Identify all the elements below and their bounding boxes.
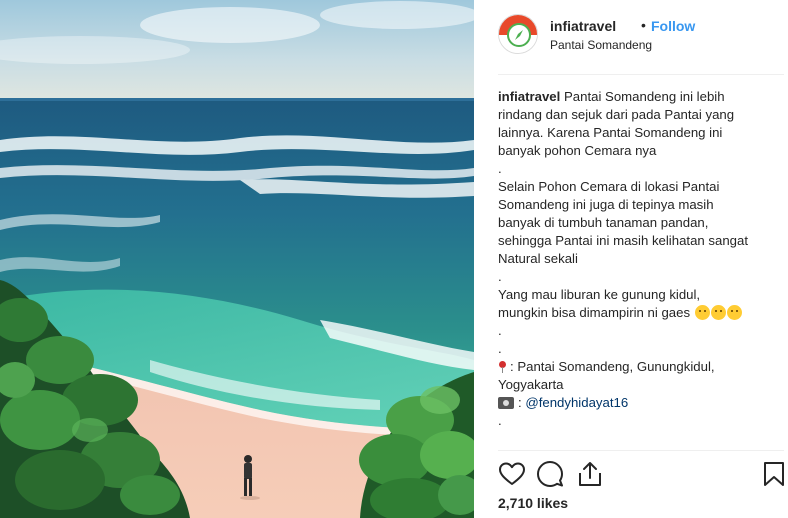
caption-text: mungkin bisa dimampirin ni gaes: [498, 305, 691, 320]
bookmark-icon: [764, 462, 784, 486]
follow-button[interactable]: Follow: [651, 18, 695, 34]
caption-line: banyak di tumbuh tanaman pandan,: [498, 215, 709, 230]
credit-mention-link[interactable]: @fendyhidayat16: [525, 395, 628, 410]
caption-line: infiatravel Pantai Somandeng ini lebih: [498, 88, 780, 106]
heart-icon: [499, 462, 525, 485]
round-pushpin-icon: [498, 361, 507, 373]
post-sidebar: infiatravel • Follow Pantai Somandeng in…: [474, 0, 788, 518]
caption-line: Natural sekali: [498, 251, 578, 266]
post-location[interactable]: Pantai Somandeng: [550, 38, 652, 52]
caption-dot: .: [498, 269, 502, 284]
share-button[interactable]: [576, 460, 604, 488]
comment-icon: [537, 461, 563, 487]
caption-line: rindang dan sejuk dari pada Pantai yang: [498, 107, 735, 122]
caption-line: banyak pohon Cemara nya: [498, 143, 657, 158]
comment-button[interactable]: [536, 460, 564, 488]
camera-icon: [498, 397, 514, 409]
compass-logo-icon: [499, 15, 537, 53]
caption-line: : @fendyhidayat16: [498, 394, 780, 412]
header-separator: •: [641, 17, 646, 33]
avatar[interactable]: [498, 14, 538, 54]
caption-username[interactable]: infiatravel: [498, 89, 560, 104]
caption-dot: .: [498, 413, 502, 428]
post-caption: infiatravel Pantai Somandeng ini lebih r…: [498, 88, 780, 430]
post-header: infiatravel • Follow Pantai Somandeng: [498, 14, 784, 62]
caption-line: mungkin bisa dimampirin ni gaes: [498, 304, 780, 322]
caption-dot: .: [498, 323, 502, 338]
caption-line: Selain Pohon Cemara di lokasi Pantai: [498, 179, 720, 194]
caption-line: sehingga Pantai ini masih kelihatan sang…: [498, 233, 748, 248]
beach-photo-image: [0, 0, 474, 518]
like-button[interactable]: [498, 460, 526, 488]
caption-text: Pantai Somandeng ini lebih: [560, 89, 725, 104]
caption-dot: .: [498, 161, 502, 176]
header-divider: [498, 74, 784, 75]
share-icon: [579, 462, 601, 486]
caption-line: lainnya. Karena Pantai Somandeng ini: [498, 125, 723, 140]
caption-line: Somandeng ini juga di tepinya masih: [498, 197, 714, 212]
caption-dot: .: [498, 341, 502, 356]
wink-emoji-icon: [694, 305, 710, 320]
caption-text: : Pantai Somandeng, Gunungkidul,: [510, 359, 715, 374]
caption-line: : Pantai Somandeng, Gunungkidul,: [498, 358, 780, 376]
halo-emoji-icon: [726, 305, 742, 320]
post-photo[interactable]: [0, 0, 474, 518]
actions-divider: [498, 450, 784, 451]
caption-line: Yang mau liburan ke gunung kidul,: [498, 287, 701, 302]
grimace-emoji-icon: [710, 305, 726, 320]
post-actions: [498, 460, 788, 488]
likes-count[interactable]: 2,710 likes: [498, 495, 568, 511]
caption-line: Yogyakarta: [498, 377, 564, 392]
save-button[interactable]: [760, 460, 788, 488]
post-username[interactable]: infiatravel: [550, 18, 616, 34]
